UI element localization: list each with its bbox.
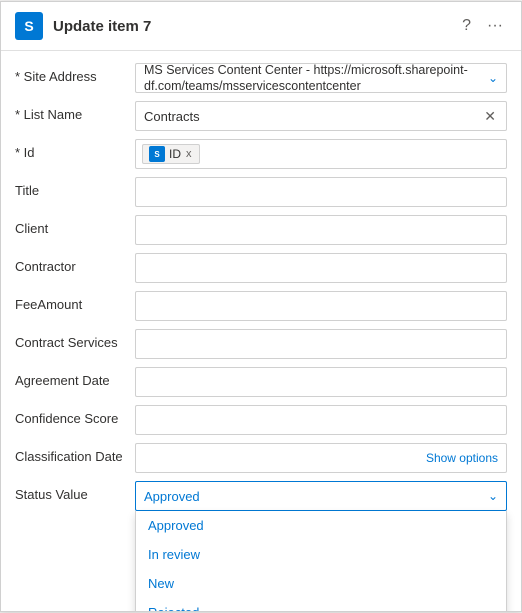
contractor-row: Contractor <box>1 249 521 287</box>
contract-services-input[interactable] <box>135 329 507 359</box>
confidence-score-label: Confidence Score <box>15 405 135 426</box>
contract-services-control <box>135 329 507 359</box>
contractor-label: Contractor <box>15 253 135 274</box>
status-arrow-icon: ⌄ <box>488 489 498 503</box>
app-icon: S <box>15 12 43 40</box>
site-address-row: * Site Address MS Services Content Cente… <box>1 59 521 97</box>
status-option-in-review[interactable]: In review <box>136 540 506 569</box>
id-label: * Id <box>15 139 135 160</box>
classification-date-input: Show options <box>135 443 507 473</box>
id-tag-label: ID <box>169 147 181 161</box>
agreement-date-control <box>135 367 507 397</box>
header-actions: ? ··· <box>458 13 507 39</box>
id-tag-remove-button[interactable]: x <box>185 148 193 160</box>
status-dropdown-menu: Approved In review New Rejected Enter cu… <box>135 511 507 611</box>
classification-date-label: Classification Date <box>15 443 135 464</box>
dialog-title: Update item 7 <box>53 18 448 35</box>
site-address-dropdown[interactable]: MS Services Content Center - https://mic… <box>135 63 507 93</box>
client-control <box>135 215 507 245</box>
id-tag-container: S ID x <box>135 139 507 169</box>
confidence-score-control <box>135 405 507 435</box>
status-value-dropdown[interactable]: Approved ⌄ <box>135 481 507 511</box>
site-address-label: * Site Address <box>15 63 135 84</box>
confidence-score-row: Confidence Score <box>1 401 521 439</box>
confidence-score-input[interactable] <box>135 405 507 435</box>
status-option-approved[interactable]: Approved <box>136 511 506 540</box>
contractor-control <box>135 253 507 283</box>
title-row: Title <box>1 173 521 211</box>
id-row: * Id S ID x <box>1 135 521 173</box>
agreement-date-label: Agreement Date <box>15 367 135 388</box>
site-address-control: MS Services Content Center - https://mic… <box>135 63 507 93</box>
title-input[interactable] <box>135 177 507 207</box>
title-control <box>135 177 507 207</box>
client-label: Client <box>15 215 135 236</box>
client-input[interactable] <box>135 215 507 245</box>
more-button[interactable]: ··· <box>483 13 507 39</box>
fee-amount-label: FeeAmount <box>15 291 135 312</box>
id-tag: S ID x <box>142 144 200 164</box>
list-name-control: Contracts ✕ <box>135 101 507 131</box>
fee-amount-control <box>135 291 507 321</box>
client-row: Client <box>1 211 521 249</box>
dialog-header: S Update item 7 ? ··· <box>1 2 521 51</box>
status-option-rejected[interactable]: Rejected <box>136 598 506 611</box>
status-value-selected: Approved <box>144 489 200 504</box>
title-label: Title <box>15 177 135 198</box>
id-control: S ID x <box>135 139 507 169</box>
contractor-input[interactable] <box>135 253 507 283</box>
dialog-body: * Site Address MS Services Content Cente… <box>1 51 521 611</box>
status-option-new[interactable]: New <box>136 569 506 598</box>
dialog: S Update item 7 ? ··· * Site Address MS … <box>0 1 522 612</box>
list-name-row: * List Name Contracts ✕ <box>1 97 521 135</box>
list-name-clear-button[interactable]: ✕ <box>482 108 498 125</box>
agreement-date-row: Agreement Date <box>1 363 521 401</box>
fee-amount-row: FeeAmount <box>1 287 521 325</box>
classification-date-row: Classification Date Show options <box>1 439 521 477</box>
site-address-value: MS Services Content Center - https://mic… <box>144 62 488 95</box>
contract-services-row: Contract Services <box>1 325 521 363</box>
show-options-link[interactable]: Show options <box>426 451 498 465</box>
list-name-container: Contracts ✕ <box>135 101 507 131</box>
contract-services-label: Contract Services <box>15 329 135 350</box>
agreement-date-input[interactable] <box>135 367 507 397</box>
list-name-label: * List Name <box>15 101 135 122</box>
list-name-value: Contracts <box>144 109 200 124</box>
classification-date-control: Show options <box>135 443 507 473</box>
status-value-row: Status Value Approved ⌄ Approved In revi… <box>1 477 521 515</box>
status-value-control: Approved ⌄ Approved In review New Reject… <box>135 481 507 511</box>
help-button[interactable]: ? <box>458 13 475 39</box>
fee-amount-input[interactable] <box>135 291 507 321</box>
status-value-label: Status Value <box>15 481 135 502</box>
site-address-arrow-icon: ⌄ <box>488 71 498 85</box>
id-tag-icon: S <box>149 146 165 162</box>
